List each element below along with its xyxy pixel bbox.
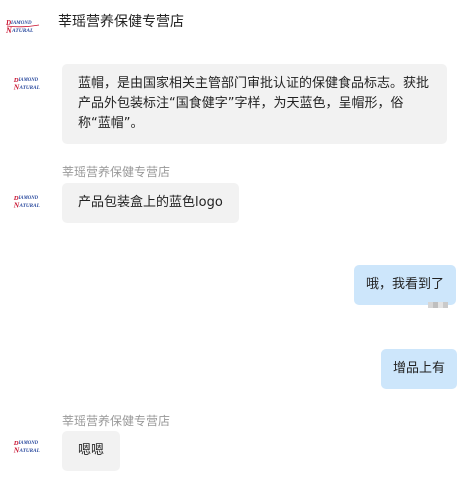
message-text: 哦，我看到了 [366,277,445,292]
svg-text:ATURAL: ATURAL [11,28,34,34]
message-text: 蓝帽，是由国家相关主管部门审批认证的保健食品标志。获批产品外包装标注“国食健字”… [78,76,430,131]
svg-text:IAMOND: IAMOND [10,21,32,26]
message-text: 产品包装盒上的蓝色logo [78,195,223,210]
message-bubble: 嗯嗯 [62,431,121,471]
message-text: 增品上有 [393,361,446,376]
svg-text:IAMOND: IAMOND [18,196,39,201]
my-message-bubble: 增品上有 [381,349,458,389]
message-bubble: 产品包装盒上的蓝色logo [62,183,239,223]
blurred-avatar [428,302,448,308]
message-text: 嗯嗯 [78,443,105,458]
sender-name: 莘瑶营养保健专营店 [62,414,171,428]
shop-avatar[interactable]: D IAMOND N ATURAL [10,182,50,222]
my-message-bubble: 哦，我看到了 [354,265,457,305]
diamond-natural-logo-icon: D IAMOND N ATURAL [13,440,40,455]
diamond-natural-logo-icon: D IAMOND N ATURAL [13,195,40,210]
sender-name: 莘瑶营养保健专营店 [62,165,171,179]
shop-avatar[interactable]: D IAMOND N ATURAL [10,427,50,467]
svg-text:ATURAL: ATURAL [19,85,40,91]
diamond-natural-logo-icon: D IAMOND N ATURAL [13,77,40,92]
shop-logo[interactable]: D IAMOND N ATURAL [2,6,44,48]
svg-text:IAMOND: IAMOND [18,441,39,446]
shop-title: 莘瑶营养保健专营店 [58,14,184,30]
svg-text:ATURAL: ATURAL [19,448,40,454]
svg-text:IAMOND: IAMOND [18,78,39,83]
diamond-natural-logo-icon: D IAMOND N ATURAL [2,6,44,48]
shop-avatar[interactable]: D IAMOND N ATURAL [10,64,50,104]
svg-text:ATURAL: ATURAL [19,203,40,209]
message-bubble: 蓝帽，是由国家相关主管部门审批认证的保健食品标志。获批产品外包装标注“国食健字”… [62,64,447,144]
